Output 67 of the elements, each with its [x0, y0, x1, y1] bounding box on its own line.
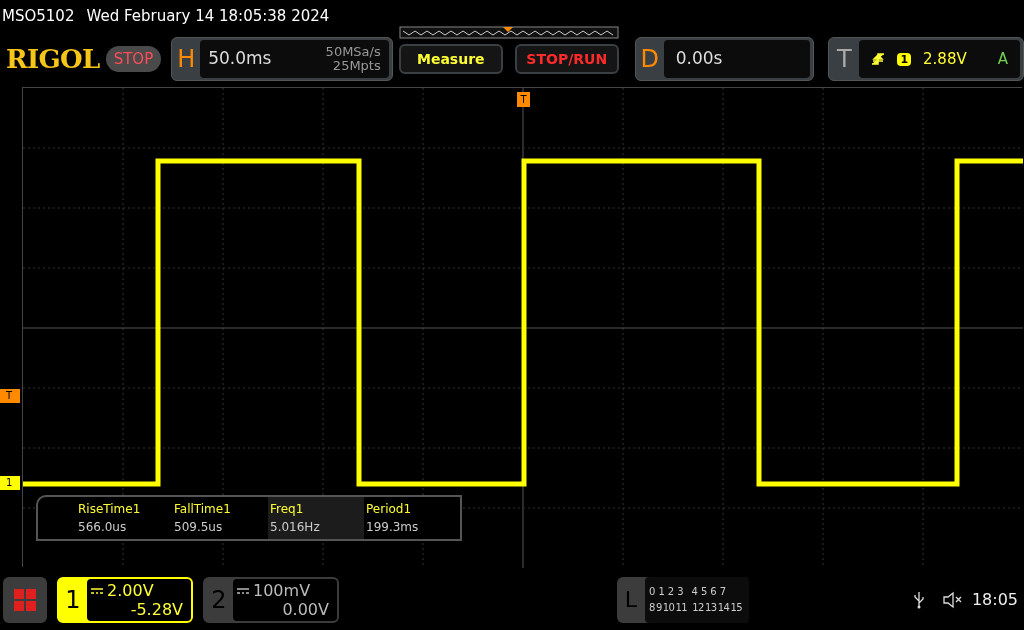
usb-icon	[913, 591, 924, 609]
brand-logo: RIGOL	[6, 42, 100, 76]
logic-channel-number: 10	[662, 601, 675, 615]
stop-run-button[interactable]: STOP/RUN	[514, 44, 619, 74]
trigger-panel[interactable]: T 1 2.88V A	[828, 37, 1024, 81]
measurement-name: Period1	[366, 501, 413, 518]
sample-rate: 50MSa/s	[325, 45, 381, 59]
channel-marker[interactable]: 1	[0, 476, 20, 490]
memory-depth: 25Mpts	[332, 59, 381, 73]
dc-coupling-icon	[237, 587, 249, 594]
measurement-name: RiseTime1	[78, 501, 142, 518]
delay-value: 0.00s	[675, 47, 723, 71]
device-model: MSO5102	[2, 5, 75, 27]
measure-button[interactable]: Measure	[398, 44, 503, 74]
logic-channel-number: 8	[649, 601, 655, 615]
channel-panel[interactable]: 1 2.00V -5.28V	[57, 577, 193, 623]
horizontal-panel[interactable]: H 50.0ms 50MSa/s 25Mpts	[171, 37, 393, 81]
measurement-name: FallTime1	[174, 501, 232, 518]
logic-channel-number: 7	[719, 585, 726, 599]
logic-channel-number: 14	[717, 601, 730, 615]
trigger-level-marker[interactable]: T	[0, 389, 20, 403]
logic-channel-number: 3	[677, 585, 684, 599]
clock: 18:05	[971, 589, 1018, 611]
channel-offset: -5.28V	[130, 600, 183, 619]
channel-offset: 0.00V	[282, 600, 329, 619]
channel-number: 1	[64, 585, 82, 616]
logic-channel-number: 11	[675, 601, 688, 615]
trigger-level: 2.88V	[923, 48, 967, 70]
measurement-item[interactable]: Freq1 5.016Hz	[268, 497, 364, 539]
delay-label: D	[639, 44, 660, 75]
logic-channel-number: 9	[655, 601, 662, 615]
logic-channel-number: 5	[700, 585, 708, 599]
channel-number: 2	[210, 585, 228, 616]
channel-scale: 100mV	[253, 581, 311, 600]
measurement-value: 5.016Hz	[270, 519, 321, 536]
speaker-muted-icon	[941, 591, 964, 609]
logic-label: L	[623, 586, 639, 614]
measurement-item[interactable]: Period1 199.3ms	[364, 497, 460, 539]
logic-channel-number: 12	[692, 601, 704, 615]
logic-channel-number: 6	[710, 585, 717, 599]
timebase-value: 50.0ms	[208, 47, 272, 71]
memory-overview-icon	[398, 26, 619, 40]
logic-channel-number: 0	[649, 585, 656, 599]
logic-channel-number: 4	[691, 585, 698, 599]
trigger-position-marker[interactable]: T	[517, 92, 530, 107]
measurement-value: 566.0us	[78, 519, 128, 536]
measurement-item[interactable]: RiseTime1 566.0us	[76, 497, 172, 539]
channel-scale: 2.00V	[107, 581, 154, 600]
logic-panel[interactable]: L 0 1 2 3 4 5 6 7 891011 12131415	[617, 577, 749, 623]
measurement-value: 509.5us	[174, 519, 224, 536]
grid-icon	[13, 588, 37, 612]
delay-panel[interactable]: D 0.00s	[634, 37, 815, 81]
trigger-source-badge: 1	[897, 52, 912, 66]
trigger-label: T	[836, 44, 853, 75]
measurement-value: 199.3ms	[366, 519, 420, 536]
menu-button[interactable]	[3, 577, 47, 623]
logic-channel-number: 13	[704, 601, 717, 615]
dc-coupling-icon	[91, 587, 103, 594]
trigger-mode: A	[997, 48, 1008, 70]
measurement-item[interactable]: FallTime1 509.5us	[172, 497, 268, 539]
logic-channel-number: 2	[667, 585, 675, 599]
logic-channel-number: 1	[658, 585, 665, 599]
date-time: Wed February 14 18:05:38 2024	[86, 5, 330, 27]
channel-panel[interactable]: 2 100mV 0.00V	[203, 577, 339, 623]
horizontal-label: H	[176, 44, 197, 75]
logic-channel-number: 15	[730, 601, 743, 615]
measurement-name: Freq1	[270, 501, 305, 518]
